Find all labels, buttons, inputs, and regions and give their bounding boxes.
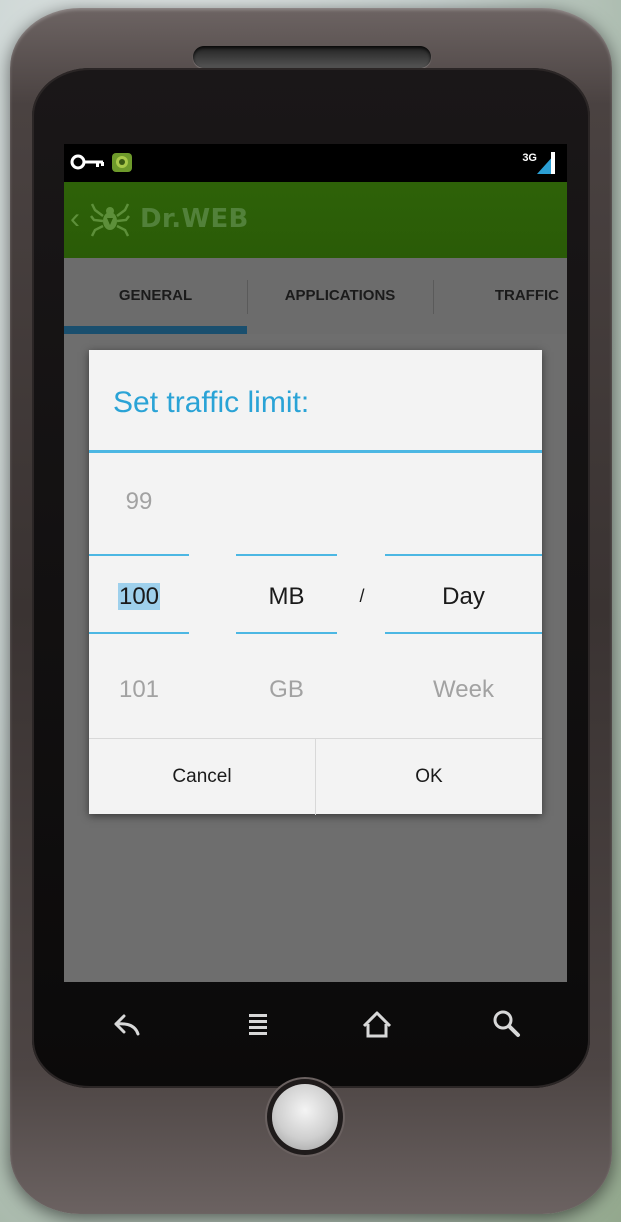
home-icon[interactable]	[357, 1004, 397, 1044]
unit-current-value[interactable]: MB	[236, 583, 337, 611]
period-selection-bottom	[385, 632, 542, 634]
hardware-home-button[interactable]	[272, 1084, 338, 1150]
period-selection-top	[385, 554, 542, 556]
menu-icon[interactable]	[238, 1004, 278, 1044]
amount-picker-input[interactable]: 100	[89, 583, 189, 611]
period-next-value[interactable]: Week	[385, 676, 542, 704]
up-chevron-icon[interactable]: ‹	[70, 204, 80, 234]
dialog-title-divider	[89, 450, 542, 453]
unit-selection-top	[236, 554, 337, 556]
amount-selection-bottom	[89, 632, 189, 634]
tab-selected-indicator	[64, 326, 247, 334]
tab-traffic[interactable]: TRAFFIC	[444, 258, 567, 334]
action-bar: ‹ Dr.WEB	[64, 182, 567, 258]
dialog-button-row: Cancel OK	[89, 738, 542, 815]
status-bar: 3G	[64, 144, 567, 182]
phone-speaker	[193, 46, 431, 68]
period-current-value[interactable]: Day	[385, 583, 542, 611]
traffic-limit-dialog: Set traffic limit: 99 100 101 MB GB / Da…	[89, 350, 542, 815]
signal-icon	[537, 152, 555, 174]
drweb-status-icon	[112, 153, 132, 172]
limit-separator: /	[359, 586, 365, 606]
unit-selection-bottom	[236, 632, 337, 634]
unit-next-value[interactable]: GB	[236, 676, 337, 704]
tab-bar: GENERAL APPLICATIONS TRAFFIC	[64, 258, 567, 334]
amount-selection-top	[89, 554, 189, 556]
cancel-button[interactable]: Cancel	[89, 739, 315, 815]
app-title: Dr.WEB	[140, 204, 249, 234]
dialog-title: Set traffic limit:	[113, 386, 310, 419]
ok-button[interactable]: OK	[316, 739, 542, 815]
amount-prev-value[interactable]: 99	[89, 488, 189, 516]
key-icon	[70, 154, 104, 170]
tab-general[interactable]: GENERAL	[64, 258, 247, 334]
tab-applications[interactable]: APPLICATIONS	[247, 258, 433, 334]
drweb-spider-logo-icon	[90, 203, 130, 237]
back-icon[interactable]	[106, 1004, 146, 1044]
tab-divider	[433, 280, 434, 314]
amount-current-value[interactable]: 100	[117, 583, 161, 610]
amount-next-value[interactable]: 101	[89, 676, 189, 704]
search-icon[interactable]	[486, 1004, 526, 1044]
